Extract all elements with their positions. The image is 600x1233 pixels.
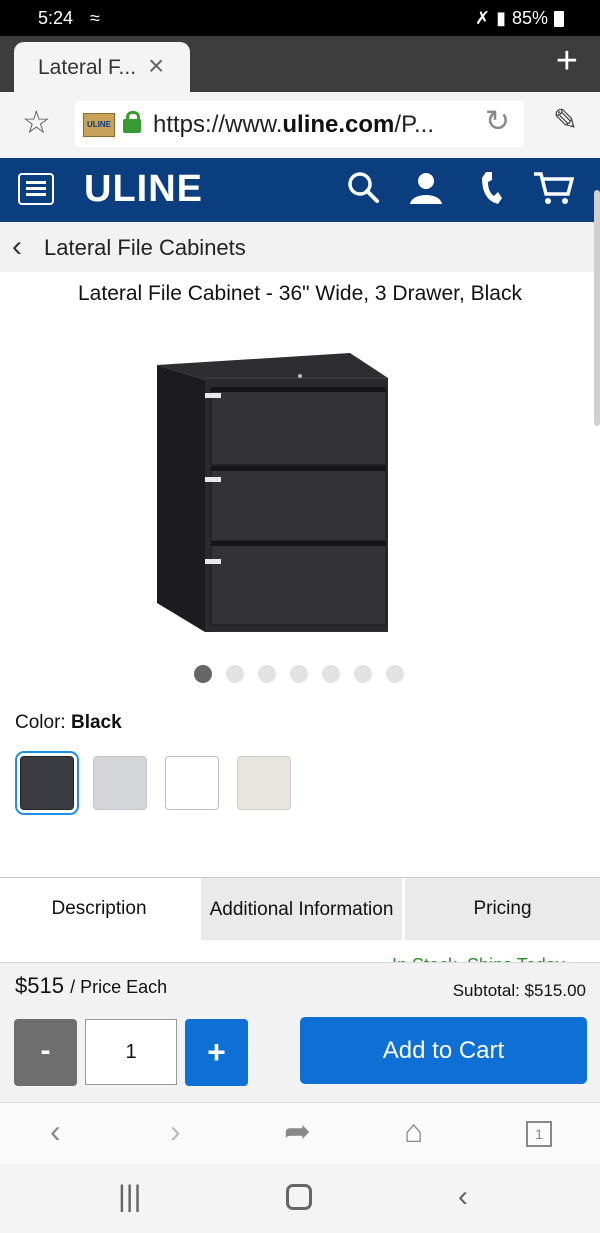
breadcrumb-label: Lateral File Cabinets xyxy=(44,235,246,260)
phone-icon[interactable] xyxy=(478,170,504,212)
tab-description[interactable]: Description xyxy=(0,878,198,940)
carousel-dot[interactable] xyxy=(258,665,276,683)
quantity-input[interactable]: 1 xyxy=(85,1019,177,1085)
signal-icon: ▮ xyxy=(496,8,506,28)
mute-icon: ✗ xyxy=(474,8,491,28)
browser-bottom-nav: ‹ › ➦ ⌂ 1 xyxy=(0,1102,600,1165)
image-carousel-dots xyxy=(194,665,404,683)
carousel-dot[interactable] xyxy=(322,665,340,683)
price-panel: $515 / Price Each Subtotal: $515.00 - 1 … xyxy=(0,962,600,1103)
decrease-qty-button[interactable]: - xyxy=(14,1019,77,1086)
status-right: ✗ ▮ 85% xyxy=(475,8,564,29)
tab-title: Lateral F... xyxy=(38,56,137,79)
increase-qty-button[interactable]: + xyxy=(185,1019,248,1086)
home-icon[interactable]: ⌂ xyxy=(404,1115,423,1147)
forward-icon[interactable]: › xyxy=(170,1115,181,1147)
close-tab-icon[interactable]: × xyxy=(148,52,164,80)
url-text: https://www.uline.com/P... xyxy=(153,111,434,138)
status-bar: 5:24 ≈ ✗ ▮ 85% xyxy=(0,0,600,36)
share-icon[interactable]: ➦ xyxy=(284,1115,311,1147)
carousel-dot[interactable] xyxy=(386,665,404,683)
bookmark-star-icon[interactable]: ☆ xyxy=(22,106,51,138)
product-title: Lateral File Cabinet - 36" Wide, 3 Drawe… xyxy=(78,282,522,305)
hotspot-icon: ≈ xyxy=(90,8,100,28)
chevron-left-icon: ‹ xyxy=(12,230,22,263)
swatch-gray[interactable] xyxy=(93,756,147,810)
swatch-white[interactable] xyxy=(165,756,219,810)
swatch-black[interactable] xyxy=(15,751,79,815)
system-back-icon[interactable]: ‹ xyxy=(458,1182,468,1212)
extension-icon[interactable]: ✎ xyxy=(553,106,578,136)
scrollbar[interactable] xyxy=(594,190,600,426)
account-icon[interactable] xyxy=(408,170,444,212)
breadcrumb[interactable]: ‹ Lateral File Cabinets xyxy=(0,222,600,272)
site-favicon: ULINE xyxy=(83,113,115,137)
reload-icon[interactable]: ↻ xyxy=(485,107,510,137)
battery-percent: 85% xyxy=(511,8,548,28)
carousel-dot[interactable] xyxy=(290,665,308,683)
carousel-dot[interactable] xyxy=(354,665,372,683)
subtotal: Subtotal: $515.00 xyxy=(452,981,586,1000)
status-time: 5:24 xyxy=(38,8,74,28)
system-home-icon[interactable] xyxy=(286,1184,312,1210)
carousel-dot[interactable] xyxy=(194,665,212,683)
browser-tab[interactable]: Lateral F... × xyxy=(14,42,190,92)
menu-icon[interactable] xyxy=(18,173,54,205)
carousel-dot[interactable] xyxy=(226,665,244,683)
swatch-putty[interactable] xyxy=(237,756,291,810)
cart-icon[interactable] xyxy=(532,170,575,212)
new-tab-icon[interactable]: + xyxy=(556,42,578,80)
product-tabs: Description Additional Information Prici… xyxy=(0,877,600,941)
search-icon[interactable] xyxy=(346,170,380,210)
lock-icon xyxy=(123,111,141,133)
site-header: ULINE xyxy=(0,158,600,222)
tab-pricing[interactable]: Pricing xyxy=(402,878,600,940)
tab-additional-information[interactable]: Additional Information xyxy=(198,878,402,940)
price: $515 / Price Each xyxy=(15,973,168,998)
browser-tab-strip: Lateral F... × + xyxy=(0,36,600,92)
address-bar: ☆ ULINE https://www.uline.com/P... ↻ ✎ xyxy=(0,92,600,158)
color-label: Color: Black xyxy=(15,712,122,733)
site-logo[interactable]: ULINE xyxy=(84,168,203,211)
back-icon[interactable]: ‹ xyxy=(50,1115,61,1147)
system-nav-bar: ||| ‹ xyxy=(0,1164,600,1233)
product-image[interactable] xyxy=(145,345,395,640)
color-value: Black xyxy=(70,712,122,733)
recent-apps-icon[interactable]: ||| xyxy=(118,1182,141,1212)
tabs-count-button[interactable]: 1 xyxy=(526,1121,552,1147)
battery-icon xyxy=(554,10,564,27)
url-field[interactable]: ULINE https://www.uline.com/P... ↻ xyxy=(75,101,524,147)
add-to-cart-button[interactable]: Add to Cart xyxy=(300,1017,587,1084)
